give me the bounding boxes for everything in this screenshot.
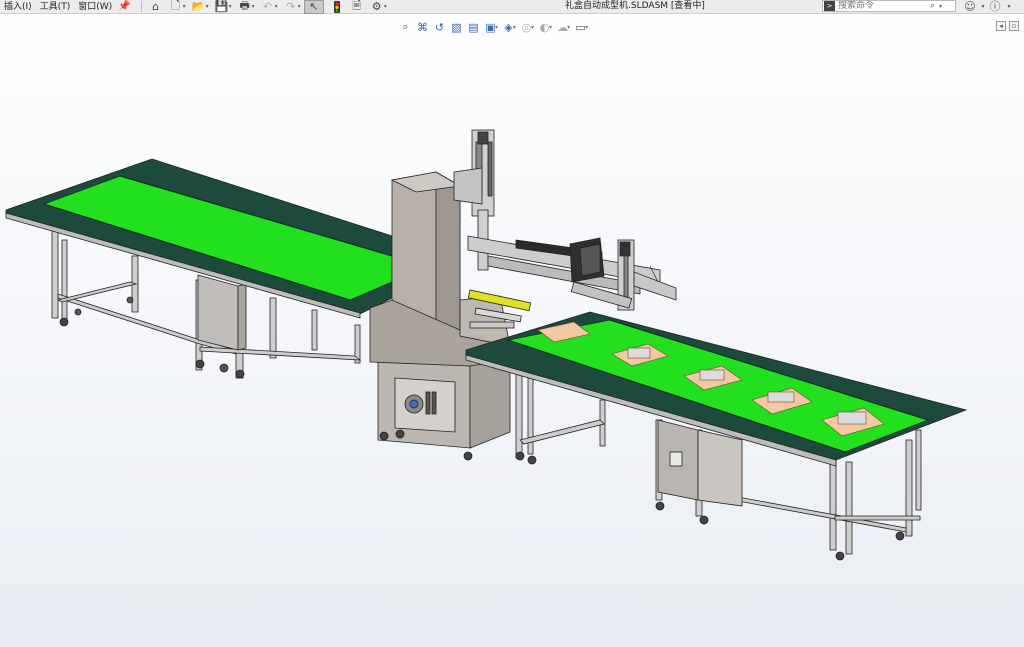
menu-window[interactable]: 窗口(W) bbox=[76, 0, 118, 14]
title-menu-bar: 插入(I) 工具(T) 窗口(W) 📌 ⌂ 🗋 ▾ 📂 ▾ 💾 ▾ 🖶 ▾ ↶ ▾ ↷ ▾ … bbox=[0, 0, 1024, 14]
menu-bar: 插入(I) 工具(T) 窗口(W) 📌 bbox=[0, 0, 137, 14]
user-account-icon[interactable]: ☺ bbox=[963, 0, 977, 13]
display-style-dropdown-icon[interactable]: ▾ bbox=[513, 24, 516, 31]
center-forming-machine[interactable] bbox=[369, 171, 532, 461]
apply-scene-dropdown-icon[interactable]: ▾ bbox=[567, 24, 570, 31]
options-icon[interactable]: ⚙ bbox=[367, 0, 387, 14]
quick-access-toolbar: ⌂ 🗋▾ 📂▾ 💾▾ 🖶▾ ↶▾ ↷▾ ↖▾ 🗎 ⚙▾ bbox=[146, 0, 390, 14]
file-properties-icon[interactable]: 🗎 bbox=[347, 0, 367, 14]
panel-controls: ◂ ▫ bbox=[996, 21, 1019, 31]
zoom-to-area-icon[interactable]: ⌘ bbox=[414, 19, 431, 35]
edit-appearance-dropdown-icon[interactable]: ▾ bbox=[549, 24, 552, 31]
menu-insert[interactable]: 插入(I) bbox=[2, 0, 38, 14]
zoom-to-fit-icon[interactable]: ⌕ bbox=[397, 19, 414, 35]
print-icon[interactable]: 🖶 bbox=[235, 0, 255, 14]
hide-show-dropdown-icon[interactable]: ▾ bbox=[531, 24, 534, 31]
search-dropdown-icon[interactable]: ▾ bbox=[939, 3, 942, 10]
select-icon[interactable]: ↖ bbox=[303, 0, 324, 14]
right-conveyor[interactable] bbox=[465, 311, 968, 561]
gantry-robot[interactable] bbox=[453, 129, 677, 311]
undo-icon[interactable]: ↶ bbox=[258, 0, 278, 14]
search-icon[interactable]: ⌕ bbox=[930, 1, 935, 11]
view-orientation-dropdown-icon[interactable]: ▾ bbox=[495, 24, 498, 31]
search-input[interactable] bbox=[838, 1, 928, 11]
command-prompt-icon: > bbox=[824, 1, 835, 11]
save-icon[interactable]: 💾 bbox=[212, 0, 232, 14]
traffic-light-graphic bbox=[333, 0, 340, 13]
open-file-icon[interactable]: 📂 bbox=[189, 0, 209, 14]
expand-panel-icon[interactable]: ▫ bbox=[1009, 21, 1019, 31]
previous-view-icon[interactable]: ↺ bbox=[431, 19, 448, 35]
dynamic-annotation-icon[interactable]: ▤ bbox=[465, 19, 482, 35]
new-file-icon[interactable]: 🗋 bbox=[166, 0, 186, 14]
section-view-icon[interactable]: ▧ bbox=[448, 19, 465, 35]
pin-icon[interactable]: 📌 bbox=[118, 1, 130, 12]
menu-tools[interactable]: 工具(T) bbox=[38, 0, 77, 14]
home-icon[interactable]: ⌂ bbox=[146, 0, 166, 14]
search-commands-box[interactable]: > ⌕ ▾ bbox=[822, 0, 956, 12]
redo-icon[interactable]: ↷ bbox=[281, 0, 301, 14]
collapse-panel-icon[interactable]: ◂ bbox=[996, 21, 1006, 31]
assembly-model[interactable] bbox=[0, 36, 1024, 647]
document-title: 礼盒自动成型机.SLDASM [查看中] bbox=[565, 1, 705, 11]
rebuild-icon[interactable] bbox=[327, 0, 347, 14]
view-settings-dropdown-icon[interactable]: ▾ bbox=[585, 24, 588, 31]
left-conveyor[interactable] bbox=[5, 158, 393, 379]
graphics-area[interactable] bbox=[0, 36, 1024, 647]
heads-up-view-toolbar: ⌕ ⌘ ↺ ▧ ▤ ▣ ▾ ◈ ▾ ◎ ▾ ◐ ▾ ☁ ▾ ▭ ▾ bbox=[397, 19, 590, 35]
help-dropdown-icon[interactable]: ▾ bbox=[1002, 0, 1016, 13]
toolbar-separator bbox=[140, 1, 142, 12]
help-icon[interactable]: ⓘ bbox=[988, 0, 1002, 13]
